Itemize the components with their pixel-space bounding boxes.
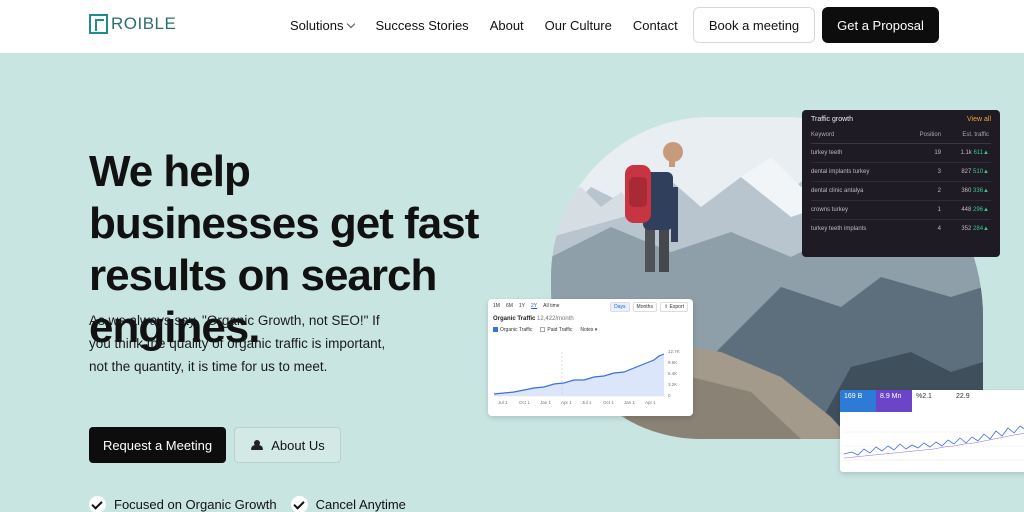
x-tick: Oct 1: [519, 400, 530, 405]
months-toggle[interactable]: Months: [632, 302, 657, 312]
nav-success-stories[interactable]: Success Stories: [375, 18, 468, 33]
traffic-growth-card: Traffic growth View all Keyword Position…: [802, 110, 1000, 257]
x-tick: Jul 1: [582, 400, 592, 405]
y-tick: 3.2K: [668, 382, 677, 387]
range-1m[interactable]: 1M: [493, 303, 500, 309]
card-title: Traffic growth: [811, 116, 854, 123]
chart-legend: Organic Traffic Paid Traffic Notes ▾: [493, 327, 688, 333]
y-tick: 12.7K: [668, 349, 680, 354]
x-tick: Oct 1: [603, 400, 614, 405]
x-tick: Jul 1: [498, 400, 508, 405]
metric-tile: 8.9 Mn: [876, 390, 912, 412]
book-meeting-button[interactable]: Book a meeting: [693, 7, 815, 43]
nav-solutions[interactable]: Solutions: [290, 18, 356, 33]
table-row: dental clinic antalya 2 360 336▲: [811, 182, 991, 201]
table-header: Keyword Position Est. traffic: [811, 132, 991, 144]
y-tick: 0: [668, 393, 671, 398]
x-tick: Jan 1: [624, 400, 636, 405]
organic-traffic-card: 1M 6M 1Y 2Y All time Days Months ⇪ Expor…: [488, 299, 693, 416]
metric-tile: 169 B: [840, 390, 876, 412]
check-icon: [89, 496, 106, 512]
main-nav: Solutions Success Stories About Our Cult…: [290, 18, 678, 33]
metrics-chart: [844, 425, 1024, 461]
x-tick: Apr 1: [561, 400, 572, 405]
check-icon: [290, 496, 308, 512]
table-row: turkey teeth implants 4 352 284▲: [811, 226, 989, 232]
organic-traffic-chart: 12.7K 9.6K 6.4K 3.2K 0 Jul 1 Oct 1 Jan 1…: [494, 349, 680, 405]
chevron-down-icon: [347, 19, 356, 29]
get-proposal-button[interactable]: Get a Proposal: [822, 7, 939, 43]
export-button[interactable]: ⇪ Export: [659, 302, 688, 312]
logo[interactable]: ROIBLE: [89, 14, 176, 34]
range-6m[interactable]: 6M: [506, 303, 513, 309]
feature-item: Cancel Anytime: [290, 496, 406, 512]
legend-paid[interactable]: Paid Traffic: [540, 327, 572, 333]
about-us-button[interactable]: About Us: [234, 427, 341, 463]
nav-contact[interactable]: Contact: [633, 18, 678, 33]
view-all-link[interactable]: View all: [967, 116, 991, 123]
x-tick: Jan 1: [540, 400, 552, 405]
logo-text: ROIBLE: [111, 14, 177, 33]
days-toggle[interactable]: Days: [610, 302, 630, 312]
nav-about[interactable]: About: [490, 18, 524, 33]
y-tick: 9.6K: [668, 360, 677, 365]
table-row: dental implants turkey 3 827 510▲: [811, 163, 991, 182]
request-meeting-button[interactable]: Request a Meeting: [89, 427, 226, 463]
logo-mark-icon: [89, 14, 108, 34]
feature-item: Focused on Organic Growth: [89, 496, 277, 512]
legend-notes[interactable]: Notes ▾: [580, 327, 597, 333]
nav-our-culture[interactable]: Our Culture: [545, 18, 612, 33]
feature-list: Focused on Organic Growth Cancel Anytime: [89, 496, 406, 512]
legend-organic[interactable]: Organic Traffic: [493, 327, 532, 333]
hero-subtitle: As we always say, "Organic Growth, not S…: [89, 313, 386, 374]
metric-tile: 22.9: [956, 393, 970, 400]
organic-traffic-title: Organic Traffic 12,422/month: [493, 316, 574, 322]
people-icon: [250, 440, 264, 450]
x-tick: Apr 1: [645, 400, 656, 405]
table-row: crowns turkey 1 448 296▲: [811, 201, 991, 220]
metrics-card: 169 B 8.9 Mn %2.1 22.9: [840, 390, 1024, 472]
table-row: turkey teeth 19 1.1k 611▲: [811, 144, 991, 163]
y-tick: 6.4K: [668, 371, 677, 376]
range-all-time[interactable]: All time: [543, 303, 559, 309]
range-2y[interactable]: 2Y: [531, 303, 537, 309]
site-header: ROIBLE Solutions Success Stories About O…: [0, 0, 1024, 53]
metric-tile: %2.1: [916, 393, 932, 400]
range-1y[interactable]: 1Y: [519, 303, 525, 309]
